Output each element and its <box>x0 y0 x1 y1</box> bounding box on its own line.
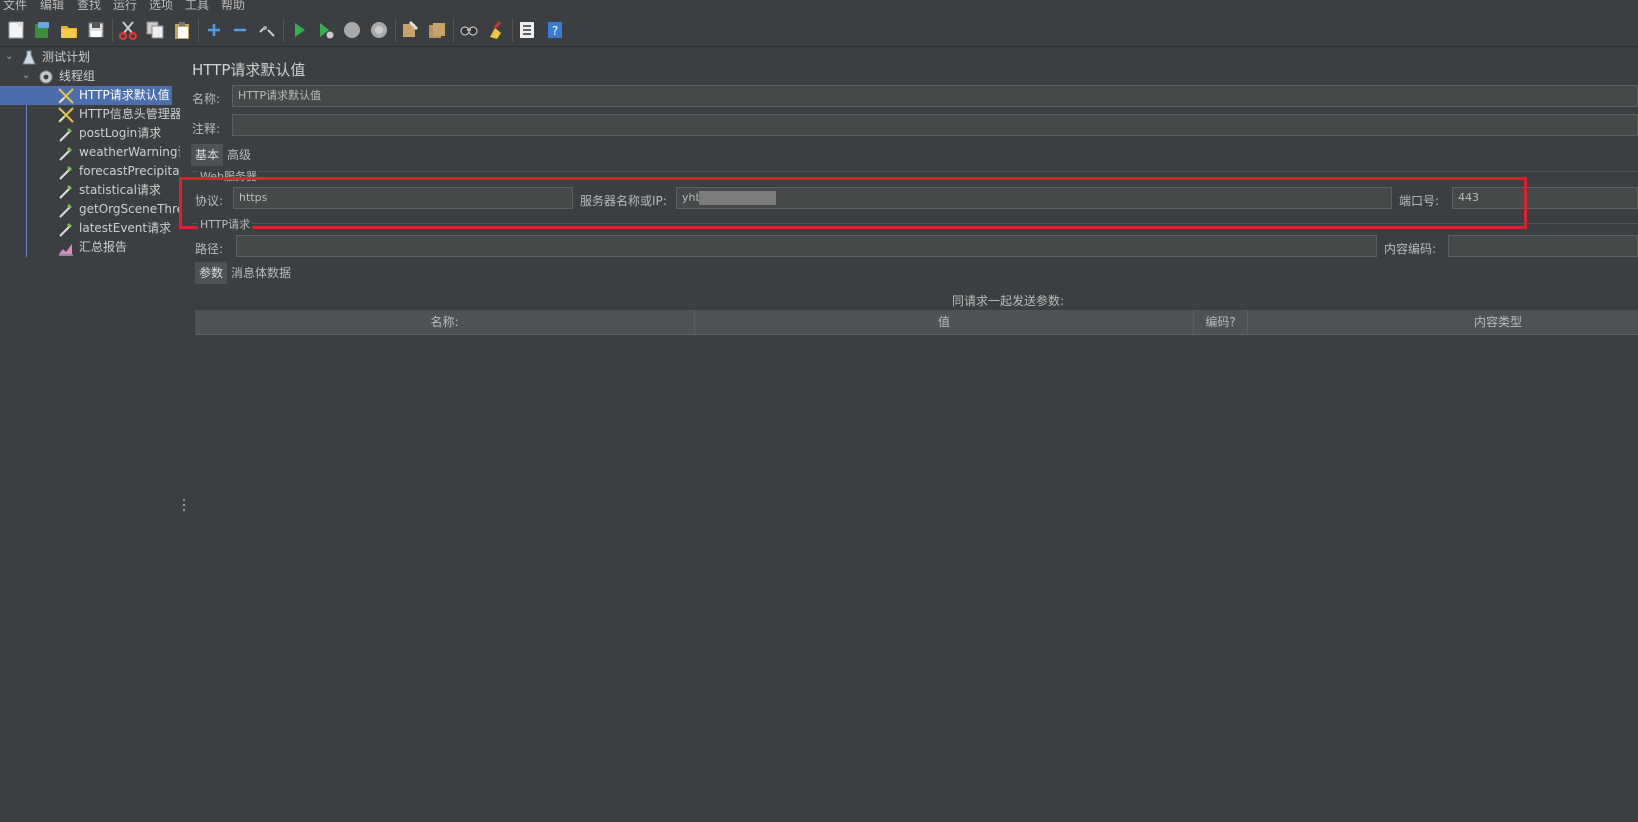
menu-file[interactable]: 文件 <box>3 0 27 12</box>
cut-icon[interactable] <box>117 19 139 41</box>
path-label: 路径: <box>195 242 224 256</box>
start-icon[interactable] <box>288 19 310 41</box>
toggle-icon[interactable] <box>256 19 278 41</box>
column-header-name[interactable]: 名称: <box>195 310 695 334</box>
comment-label: 注释: <box>192 122 221 136</box>
params-table-header: 名称: 值 编码? 内容类型 <box>195 310 1638 335</box>
copy-icon[interactable] <box>144 19 166 41</box>
collapse-icon[interactable] <box>229 19 251 41</box>
tab-body-data[interactable]: 消息体数据 <box>227 262 295 284</box>
sampler-icon <box>57 144 75 162</box>
tree-item-summary-report[interactable]: 汇总报告 <box>57 238 127 257</box>
tree-item-sampler[interactable]: latestEvent请求 <box>57 219 171 238</box>
expand-arrow-icon[interactable]: ⌄ <box>5 51 15 62</box>
tab-advanced[interactable]: 高级 <box>223 144 255 166</box>
menu-bar: 文件 编辑 查找 运行 选项 工具 帮助 <box>0 0 1638 12</box>
tree-item-http-defaults[interactable]: HTTP请求默认值 <box>0 86 172 105</box>
tree-item-sampler[interactable]: forecastPrecipitatio <box>57 162 180 181</box>
paste-icon[interactable] <box>171 19 193 41</box>
menu-options[interactable]: 选项 <box>149 0 173 12</box>
name-label: 名称: <box>192 92 221 106</box>
config-icon <box>57 87 75 105</box>
test-plan-icon <box>20 49 38 67</box>
params-caption: 同请求一起发送参数: <box>952 294 1065 308</box>
content-encoding-field[interactable] <box>1448 235 1638 257</box>
menu-search[interactable]: 查找 <box>77 0 101 12</box>
tree-item-header-manager[interactable]: HTTP信息头管理器 <box>57 105 180 124</box>
open-icon[interactable] <box>58 19 80 41</box>
svg-text:?: ? <box>552 24 558 38</box>
panel-splitter[interactable] <box>180 47 188 822</box>
tree-item-sampler[interactable]: postLogin请求 <box>57 124 161 143</box>
expand-arrow-icon[interactable]: ⌄ <box>22 70 32 81</box>
search-icon[interactable] <box>458 19 480 41</box>
shutdown-icon[interactable] <box>368 19 390 41</box>
http-request-group-title: HTTP请求 <box>198 216 253 232</box>
clear-all-icon[interactable] <box>426 19 448 41</box>
sampler-icon <box>57 201 75 219</box>
menu-tools[interactable]: 工具 <box>185 0 209 12</box>
column-header-value[interactable]: 值 <box>695 310 1194 334</box>
clear-icon[interactable] <box>399 19 421 41</box>
highlight-box <box>179 177 1527 229</box>
comment-field[interactable] <box>232 114 1638 136</box>
page-title: HTTP请求默认值 <box>192 61 306 79</box>
tree-node-test-plan[interactable]: 测试计划 <box>20 48 90 67</box>
gear-icon <box>37 68 55 86</box>
sampler-icon <box>57 220 75 238</box>
path-field[interactable] <box>236 235 1377 257</box>
function-helper-icon[interactable] <box>516 19 538 41</box>
name-field[interactable]: HTTP请求默认值 <box>232 85 1638 107</box>
stop-icon[interactable] <box>341 19 363 41</box>
tree-item-sampler[interactable]: statistical请求 <box>57 181 161 200</box>
report-icon <box>57 239 75 257</box>
expand-icon[interactable] <box>203 19 225 41</box>
column-header-content-type[interactable]: 内容类型 <box>1248 310 1638 334</box>
tree-item-sampler[interactable]: weatherWarning请 <box>57 143 180 162</box>
menu-help[interactable]: 帮助 <box>221 0 245 12</box>
reset-search-icon[interactable] <box>485 19 507 41</box>
sampler-icon <box>57 182 75 200</box>
menu-edit[interactable]: 编辑 <box>40 0 64 12</box>
menu-run[interactable]: 运行 <box>113 0 137 12</box>
templates-icon[interactable] <box>31 19 53 41</box>
config-panel: HTTP请求默认值 名称: HTTP请求默认值 注释: 基本 高级 Web服务器… <box>179 47 1638 822</box>
sampler-icon <box>57 125 75 143</box>
help-icon[interactable]: ? <box>544 19 566 41</box>
start-no-pause-icon[interactable] <box>315 19 337 41</box>
column-header-encode[interactable]: 编码? <box>1194 310 1248 334</box>
save-icon[interactable] <box>85 19 107 41</box>
tab-basic[interactable]: 基本 <box>191 144 224 166</box>
tab-parameters[interactable]: 参数 <box>195 262 228 284</box>
content-encoding-label: 内容编码: <box>1384 242 1437 256</box>
config-icon <box>57 106 75 124</box>
sampler-icon <box>57 163 75 181</box>
tree-item-sampler[interactable]: getOrgSceneThree <box>57 200 180 219</box>
tree-node-thread-group[interactable]: 线程组 <box>37 67 95 86</box>
new-icon[interactable] <box>5 19 27 41</box>
test-plan-tree: ⌄ 测试计划 ⌄ 线程组 HTTP请求默认值 HTTP信息头管理器 postLo… <box>0 47 181 822</box>
toolbar: ? <box>0 12 1638 47</box>
